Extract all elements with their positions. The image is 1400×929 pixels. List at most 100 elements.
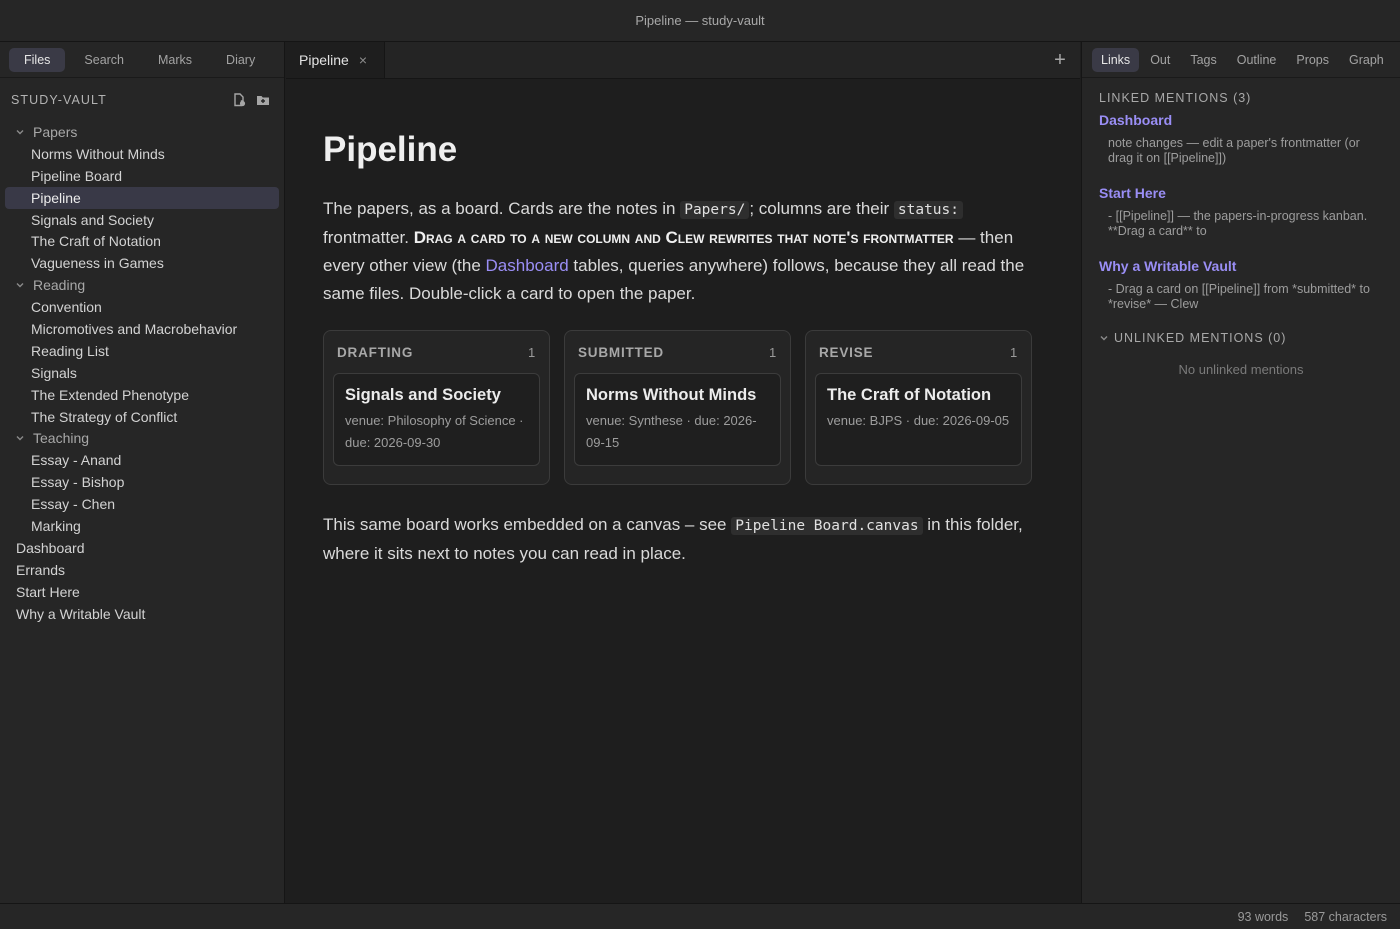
file-the-craft-of-notation[interactable]: The Craft of Notation (5, 230, 279, 252)
unlinked-mentions-heading: UNLINKED MENTIONS (0) (1114, 331, 1287, 345)
file-start-here[interactable]: Start Here (5, 581, 279, 603)
tab-pipeline[interactable]: Pipeline × (286, 42, 385, 78)
file-norms-without-minds[interactable]: Norms Without Minds (5, 143, 279, 165)
window-titlebar: Pipeline — study-vault (0, 0, 1400, 42)
editor-tabbar: Pipeline × + (286, 42, 1080, 79)
file-essay-bishop[interactable]: Essay - Bishop (5, 471, 279, 493)
dashboard-link[interactable]: Dashboard (486, 256, 569, 275)
inline-code-status: status: (893, 201, 963, 219)
folder-teaching[interactable]: Teaching (5, 427, 279, 449)
inline-code-canvas: Pipeline Board.canvas (731, 517, 923, 535)
file-the-extended-phenotype[interactable]: The Extended Phenotype (5, 384, 279, 406)
tree-item-label: Start Here (16, 583, 80, 600)
tab-props[interactable]: Props (1287, 48, 1338, 72)
mention-snippet[interactable]: - [[Pipeline]] — the papers-in-progress … (1099, 209, 1383, 239)
file-errands[interactable]: Errands (5, 559, 279, 581)
new-tab-button[interactable]: + (1050, 50, 1070, 70)
tree-item-label: Dashboard (16, 539, 85, 556)
tree-item-label: Signals (31, 364, 77, 381)
file-micromotives-and-macrobehavior[interactable]: Micromotives and Macrobehavior (5, 318, 279, 340)
file-signals-and-society[interactable]: Signals and Society (5, 209, 279, 231)
column-title: DRAFTING (337, 344, 414, 360)
new-folder-icon[interactable] (256, 93, 270, 107)
mention-item: Dashboard note changes — edit a paper's … (1099, 112, 1383, 166)
mention-link-dashboard[interactable]: Dashboard (1099, 112, 1383, 128)
folder-reading[interactable]: Reading (5, 274, 279, 296)
column-count: 1 (768, 344, 777, 360)
mention-item: Start Here - [[Pipeline]] — the papers-i… (1099, 185, 1383, 239)
mention-link-why-writable[interactable]: Why a Writable Vault (1099, 258, 1383, 274)
tree-item-label: Marking (31, 517, 81, 534)
file-reading-list[interactable]: Reading List (5, 340, 279, 362)
card-meta: venue: BJPS · due: 2026-09-05 (827, 413, 1010, 428)
column-count: 1 (527, 344, 536, 360)
tab-out[interactable]: Out (1141, 48, 1179, 72)
canvas-paragraph: This same board works embedded on a canv… (323, 511, 1043, 568)
tab-graph[interactable]: Graph (1340, 48, 1393, 72)
backlinks-body: LINKED MENTIONS (3) Dashboard note chang… (1082, 78, 1400, 377)
tree-item-label: Why a Writable Vault (16, 605, 146, 622)
linked-mentions-heading: LINKED MENTIONS (3) (1099, 91, 1252, 105)
tree-item-label: The Craft of Notation (31, 233, 161, 250)
board-column-submitted: SUBMITTED 1 Norms Without Minds venue: Synt… (564, 330, 791, 485)
tree-item-label: Reading List (31, 342, 109, 359)
file-essay-anand[interactable]: Essay - Anand (5, 449, 279, 471)
tree-item-label: The Extended Phenotype (31, 386, 190, 403)
text-run: ; columns are their (749, 199, 894, 218)
right-panel-tabs: Links Out Tags Outline Props Graph (1082, 42, 1400, 78)
text-run: The papers, as a board. Cards are the no… (323, 199, 681, 218)
file-essay-chen[interactable]: Essay - Chen (5, 493, 279, 515)
tab-files[interactable]: Files (9, 47, 66, 72)
column-header: DRAFTING 1 (333, 331, 540, 373)
mention-link-start-here[interactable]: Start Here (1099, 185, 1383, 201)
card-title: Signals and Society (345, 386, 501, 404)
file-marking[interactable]: Marking (5, 515, 279, 537)
chevron-down-icon (15, 433, 27, 443)
note-content: Pipeline The papers, as a board. Cards a… (286, 128, 1080, 568)
tab-marks[interactable]: Marks (143, 48, 207, 72)
file-signals[interactable]: Signals (5, 362, 279, 384)
card-meta: venue: Synthese · due: 2026-09-15 (586, 413, 757, 450)
file-the-strategy-of-conflict[interactable]: The Strategy of Conflict (5, 406, 279, 428)
character-count: 587 characters (1304, 909, 1387, 924)
chevron-down-icon (15, 127, 27, 137)
sidebar-tabs: Files Search Marks Diary (0, 42, 284, 78)
tab-diary[interactable]: Diary (211, 48, 270, 72)
file-pipeline[interactable]: Pipeline (5, 186, 279, 209)
chevron-down-icon (15, 280, 27, 290)
status-bar: 93 words 587 characters (0, 903, 1400, 929)
tree-item-label: Pipeline (31, 189, 81, 206)
file-vagueness-in-games[interactable]: Vagueness in Games (5, 252, 279, 274)
board-card[interactable]: The Craft of Notation venue: BJPS · due: … (815, 373, 1022, 466)
card-meta: venue: Philosophy of Science · due: 2026… (345, 413, 524, 450)
mention-snippet[interactable]: note changes — edit a paper's frontmatte… (1099, 136, 1383, 166)
right-panel: Links Out Tags Outline Props Graph LINKE… (1081, 42, 1400, 903)
tree-item-label: Reading (33, 277, 86, 294)
folder-papers[interactable]: Papers (5, 121, 279, 143)
mention-snippet[interactable]: - Drag a card on [[Pipeline]] from *subm… (1099, 282, 1383, 312)
tab-tags[interactable]: Tags (1181, 48, 1225, 72)
new-note-icon[interactable] (232, 93, 246, 107)
board-card[interactable]: Signals and Society venue: Philosophy of … (333, 373, 540, 466)
file-convention[interactable]: Convention (5, 296, 279, 318)
file-pipeline-board[interactable]: Pipeline Board (5, 165, 279, 187)
close-icon[interactable]: × (359, 52, 367, 68)
file-why-a-writable-vault[interactable]: Why a Writable Vault (5, 603, 279, 625)
unlinked-mentions-toggle[interactable]: UNLINKED MENTIONS (0) (1099, 331, 1383, 345)
column-header: SUBMITTED 1 (574, 331, 781, 373)
text-run: frontmatter. (323, 228, 414, 247)
tree-item-label: Errands (16, 561, 66, 578)
tab-search[interactable]: Search (69, 48, 139, 72)
file-dashboard[interactable]: Dashboard (5, 537, 279, 559)
tree-item-label: Essay - Chen (31, 496, 116, 513)
board-column-drafting: DRAFTING 1 Signals and Society venue: Philo… (323, 330, 550, 485)
board-card[interactable]: Norms Without Minds venue: Synthese · due… (574, 373, 781, 466)
tree-item-label: Vagueness in Games (31, 255, 164, 272)
bold-instruction: Drag a card to a new column and Clew rew… (413, 228, 954, 247)
page-title: Pipeline (323, 130, 458, 169)
intro-paragraph: The papers, as a board. Cards are the no… (323, 195, 1043, 308)
tab-outline[interactable]: Outline (1228, 48, 1286, 72)
tab-links[interactable]: Links (1092, 47, 1140, 72)
card-title: Norms Without Minds (586, 386, 757, 404)
tree-item-label: Essay - Anand (31, 452, 122, 469)
